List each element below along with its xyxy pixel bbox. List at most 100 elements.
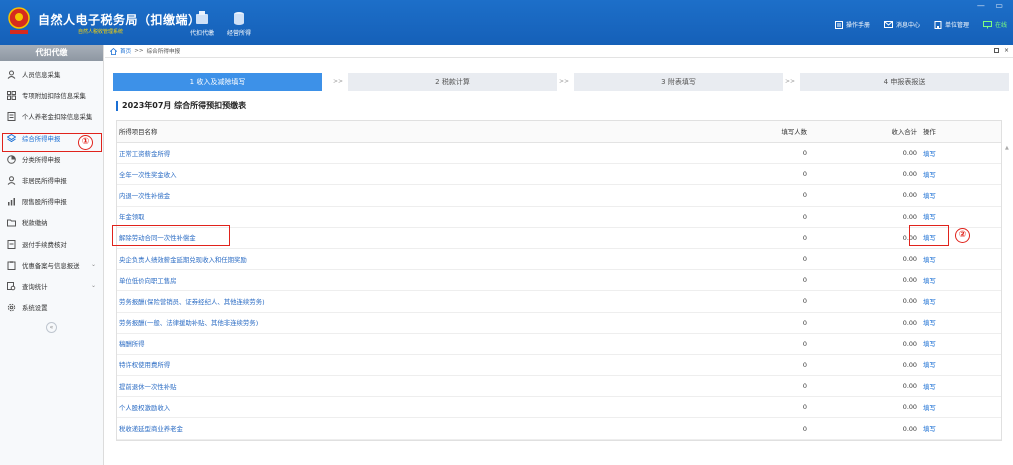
- app-subtitle: 自然人税收管理系统: [78, 29, 124, 35]
- item-name-link[interactable]: 内退一次性补偿金: [117, 191, 714, 200]
- sidebar-item-pension-deduction[interactable]: 个人养老金扣除信息采集: [0, 106, 103, 127]
- window-controls[interactable]: — ▭: [977, 1, 1007, 10]
- item-name-link[interactable]: 正常工资薪金所得: [117, 149, 714, 158]
- user-icon: [7, 176, 16, 185]
- table-row: 提前退休一次性补贴 0 0.00 填写: [117, 376, 1001, 398]
- clipboard-icon: [7, 261, 16, 270]
- fill-button[interactable]: 填写: [920, 382, 1000, 391]
- count-cell: 0: [802, 191, 807, 200]
- sidebar-collapse-button[interactable]: «: [46, 322, 57, 334]
- sidebar-item-restricted-stock[interactable]: 限售股所得申报: [0, 191, 103, 212]
- income-cell: 0.00: [902, 382, 917, 391]
- unit-management-link[interactable]: 单位管理: [934, 20, 969, 29]
- sidebar-item-label: 非居民所得申报: [22, 177, 67, 186]
- breadcrumb-current: 综合所得申报: [146, 49, 181, 55]
- step-arrow: >>: [333, 78, 344, 85]
- item-name-link[interactable]: 劳务报酬(一般、法律援助补贴、其他非连续劳务): [117, 318, 714, 327]
- income-cell: 0.00: [902, 212, 917, 221]
- manual-link[interactable]: 操作手册: [834, 20, 870, 29]
- item-name-link[interactable]: 特许权使用费所得: [117, 360, 714, 369]
- fill-button[interactable]: 填写: [920, 403, 1000, 412]
- table-row: 单位低价向职工售房 0 0.00 填写: [117, 270, 1001, 292]
- table-row: 特许权使用费所得 0 0.00 填写: [117, 355, 1001, 377]
- fill-button[interactable]: 填写: [920, 212, 1000, 221]
- item-name-link[interactable]: 稿酬所得: [117, 339, 714, 348]
- sidebar-item-tax-payment[interactable]: 税款缴纳: [0, 212, 103, 233]
- item-name-link[interactable]: 全年一次性奖金收入: [117, 170, 714, 179]
- step-schedule-fill[interactable]: 3 附表填写: [574, 73, 783, 91]
- message-center-link[interactable]: 消息中心: [883, 20, 920, 29]
- fill-button[interactable]: 填写: [920, 424, 1000, 433]
- sidebar-item-special-deduction[interactable]: 专项附加扣除信息采集: [0, 85, 103, 106]
- table-row: 正常工资薪金所得 0 0.00 填写: [117, 143, 1001, 165]
- sidebar-item-label: 查询统计: [22, 282, 48, 291]
- sidebar-item-fee-refund-check[interactable]: 退付手续费核对: [0, 234, 103, 255]
- table-row: 内退一次性补偿金 0 0.00 填写: [117, 185, 1001, 207]
- sidebar-item-preferential-filing[interactable]: 优惠备案与信息报送 ⌄: [0, 255, 103, 276]
- item-name-link[interactable]: 劳务报酬(保险营销员、证券经纪人、其他连续劳务): [117, 297, 714, 306]
- step-arrow: >>: [559, 78, 570, 85]
- fill-button[interactable]: 填写: [920, 360, 1000, 369]
- header-actions: 操作手册 消息中心 单位管理 在线: [834, 20, 1013, 29]
- gear-icon: [7, 303, 16, 312]
- fill-button[interactable]: 填写: [920, 191, 1000, 200]
- step-report-submit[interactable]: 4 申报表报送: [800, 73, 1009, 91]
- step-income-deduction[interactable]: 1 收入及减除填写: [113, 73, 322, 91]
- fill-button[interactable]: 填写: [920, 149, 1000, 158]
- sidebar-item-label: 退付手续费核对: [22, 240, 67, 249]
- sidebar-item-label: 限售股所得申报: [22, 198, 67, 207]
- sidebar-item-nonresident-income[interactable]: 非居民所得申报: [0, 170, 103, 191]
- document-icon: [7, 112, 16, 122]
- fill-button[interactable]: 填写: [920, 170, 1000, 179]
- sidebar-item-query-statistics[interactable]: 查询统计 ⌄: [0, 276, 103, 297]
- sidebar-item-label: 人员信息采集: [22, 71, 61, 80]
- restore-tab-button[interactable]: [994, 48, 999, 53]
- item-name-link[interactable]: 提前退休一次性补贴: [117, 382, 714, 391]
- item-name-link[interactable]: 央企负责人绩效薪金延期兑现收入和任期奖励: [117, 255, 714, 264]
- count-cell: 0: [802, 276, 807, 285]
- col-header-item: 所得项目名称: [119, 128, 158, 136]
- close-tab-button[interactable]: ×: [1004, 47, 1009, 54]
- table-row: 年金领取 0 0.00 填写: [117, 207, 1001, 228]
- sidebar-item-label: 分类所得申报: [22, 155, 61, 164]
- item-name-link[interactable]: 个人股权激励收入: [117, 403, 714, 412]
- count-cell: 0: [802, 318, 807, 327]
- fill-button[interactable]: 填写: [920, 339, 1000, 348]
- item-name-link[interactable]: 单位低价向职工售房: [117, 276, 714, 285]
- nav-business-income[interactable]: 经营所得: [221, 11, 257, 37]
- income-cell: 0.00: [902, 424, 917, 433]
- scroll-up-icon: ▲: [1005, 145, 1009, 151]
- step-tax-calculation[interactable]: 2 税款计算: [348, 73, 557, 91]
- item-name-link[interactable]: 年金领取: [117, 212, 714, 221]
- fill-button[interactable]: 填写: [920, 297, 1000, 306]
- income-cell: 0.00: [902, 360, 917, 369]
- col-header-income: 收入合计: [891, 128, 917, 136]
- online-status[interactable]: 在线: [982, 20, 1007, 29]
- chevron-down-icon: ⌄: [90, 260, 96, 268]
- count-cell: 0: [802, 382, 807, 391]
- fill-button[interactable]: 填写: [920, 318, 1000, 327]
- income-cell: 0.00: [902, 297, 917, 306]
- table-row: 央企负责人绩效薪金延期兑现收入和任期奖励 0 0.00 填写: [117, 249, 1001, 271]
- item-name-link[interactable]: 税收递延型商业养老金: [117, 424, 714, 433]
- count-cell: 0: [802, 360, 807, 369]
- breadcrumb-separator: >>: [134, 48, 144, 54]
- fill-button[interactable]: 填写: [920, 255, 1000, 264]
- chevron-down-icon: ⌄: [90, 281, 96, 289]
- breadcrumb-home[interactable]: 首页: [120, 47, 131, 55]
- nav-withholding[interactable]: 代扣代缴: [184, 11, 220, 37]
- message-center-label: 消息中心: [895, 22, 920, 29]
- sidebar-item-system-settings[interactable]: 系统设置: [0, 297, 103, 318]
- sidebar-item-personnel-info[interactable]: 人员信息采集: [0, 64, 103, 85]
- table-row: 全年一次性奖金收入 0 0.00 填写: [117, 164, 1001, 186]
- fill-button[interactable]: 填写: [920, 276, 1000, 285]
- income-items-table: 所得项目名称 填写人数 收入合计 操作 正常工资薪金所得 0 0.00 填写 全年一次性…: [116, 120, 1002, 441]
- count-cell: 0: [802, 255, 807, 264]
- page-title: 2023年07月 综合所得预扣预缴表: [116, 101, 246, 111]
- count-cell: 0: [802, 424, 807, 433]
- online-status-label: 在线: [994, 22, 1007, 29]
- highlight-box-action: [909, 225, 949, 246]
- table-scrollbar[interactable]: ▲: [1005, 143, 1011, 465]
- income-cell: 0.00: [902, 191, 917, 200]
- income-cell: 0.00: [902, 149, 917, 158]
